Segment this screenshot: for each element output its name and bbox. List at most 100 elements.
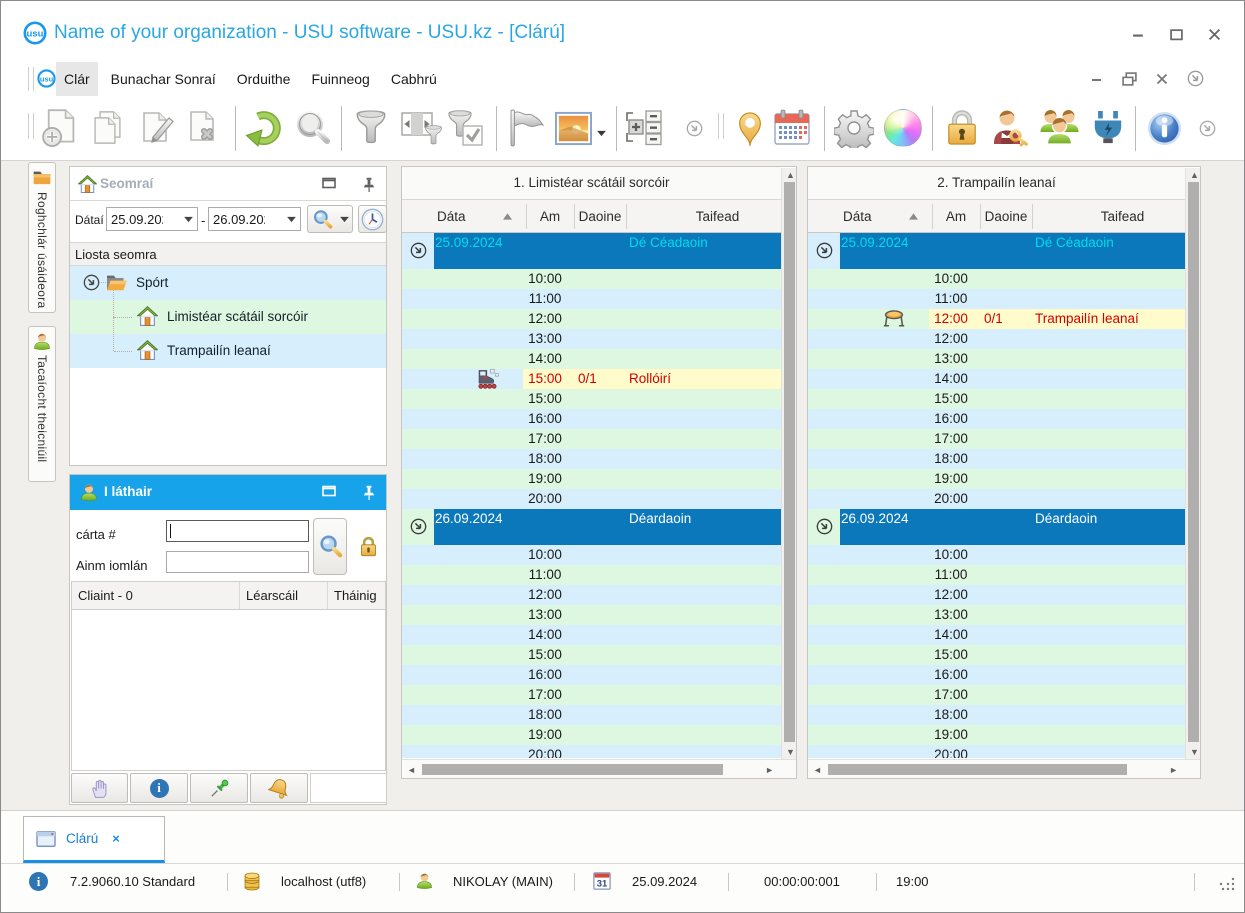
time-slot-row[interactable]: 16:00 (402, 665, 781, 685)
present-lock-icon[interactable] (358, 535, 379, 563)
time-slot-row[interactable]: 12:00 (402, 585, 781, 605)
menu-item-cabhru[interactable]: Cabhrú (383, 62, 445, 96)
window-minimize-button[interactable] (1129, 25, 1147, 43)
scroll-down-arrow[interactable]: ▼ (1190, 747, 1199, 757)
time-slot-row[interactable]: 17:00 (402, 685, 781, 705)
date-to-combo[interactable]: 26.09.2024 (208, 207, 301, 231)
time-slot-row[interactable]: 20:00 (402, 489, 781, 509)
full-name-input[interactable] (166, 551, 309, 573)
edit-record-button[interactable] (138, 108, 178, 148)
column-header-daoine[interactable]: Daoine (574, 200, 626, 232)
time-slot-row[interactable]: 19:00 (808, 725, 1185, 745)
scroll-right-arrow[interactable]: ► (1169, 765, 1178, 775)
menubar-grip[interactable] (28, 67, 34, 91)
date-group-row[interactable]: 25.09.2024 Dé Céadaoin (808, 233, 1185, 269)
time-slot-row[interactable]: 15:00 (808, 645, 1185, 665)
group-expand-icon[interactable] (816, 242, 833, 259)
time-slot-row[interactable]: 20:00 (402, 745, 781, 758)
document-tab-close[interactable]: × (112, 831, 120, 846)
time-slot-row[interactable]: 10:00 (808, 269, 1185, 289)
scroll-up-arrow[interactable]: ▲ (1190, 170, 1199, 180)
time-slot-row[interactable]: 14:00 (402, 349, 781, 369)
time-slot-row[interactable]: 12:00 (402, 309, 781, 329)
rollup-button[interactable] (1187, 70, 1204, 87)
rooms-clock-button[interactable] (358, 205, 387, 233)
time-slot-row[interactable]: 15:00 (808, 389, 1185, 409)
present-grid-body[interactable] (71, 610, 386, 771)
scroll-down-arrow[interactable]: ▼ (786, 747, 795, 757)
time-slot-row[interactable]: 16:00 (402, 409, 781, 429)
collapse-icon[interactable] (83, 274, 100, 291)
time-slot-row[interactable]: 19:00 (402, 469, 781, 489)
child-restore-button[interactable] (1122, 72, 1137, 86)
users-group-button[interactable] (1037, 108, 1081, 148)
time-slot-row[interactable]: 14:00 (402, 625, 781, 645)
tree-row-trampailin[interactable]: Trampailín leanaí (70, 317, 386, 368)
sidebar-tab-tech-support[interactable]: Tacaíocht theicniúil (28, 326, 56, 482)
menu-item-bunachar-sonrai[interactable]: Bunachar Sonraí (103, 62, 224, 96)
time-slot-row[interactable]: 20:00 (808, 745, 1185, 758)
toolbar-overflow-icon[interactable] (1198, 119, 1216, 137)
status-info-icon[interactable]: i (29, 872, 48, 891)
time-slot-row[interactable]: 10:00 (402, 545, 781, 565)
pushpin-button[interactable] (190, 773, 248, 803)
time-slot-row[interactable]: 18:00 (808, 449, 1185, 469)
card-number-input[interactable] (166, 520, 309, 542)
time-slot-row[interactable]: 16:00 (808, 665, 1185, 685)
time-slot-row[interactable]: 15:00 (402, 389, 781, 409)
sidebar-tab-user-menu[interactable]: Roghchlár úsáideora (28, 162, 56, 313)
scroll-left-arrow[interactable]: ◄ (407, 765, 416, 775)
scroll-up-arrow[interactable]: ▲ (786, 170, 795, 180)
time-slot-row[interactable]: 17:00 (808, 429, 1185, 449)
time-slot-row[interactable]: 12:00 (808, 329, 1185, 349)
time-slot-row[interactable]: 12:00 (808, 585, 1185, 605)
time-slot-row[interactable]: 17:00 (402, 429, 781, 449)
copy-record-button[interactable] (88, 108, 128, 148)
info-button[interactable] (1144, 108, 1184, 148)
plug-button[interactable] (1088, 108, 1128, 148)
scroll-right-arrow[interactable]: ► (765, 765, 774, 775)
scrollbar-thumb[interactable] (1188, 182, 1199, 742)
footer-cell[interactable] (310, 773, 387, 803)
delete-record-button[interactable] (185, 108, 225, 148)
filter-check-button[interactable] (446, 108, 486, 148)
time-slot-row[interactable]: 11:00 (402, 565, 781, 585)
map-pin-button[interactable] (730, 108, 770, 148)
filter-button[interactable] (351, 108, 391, 148)
date-group-row[interactable]: 26.09.2024 Déardaoin (402, 509, 781, 545)
group-expand-icon[interactable] (410, 518, 427, 535)
time-slot-row[interactable]: 19:00 (402, 725, 781, 745)
menu-item-fuinneog[interactable]: Fuinneog (303, 62, 377, 96)
column-header-thainig[interactable]: Tháinig (328, 582, 385, 609)
rooms-search-button[interactable] (307, 205, 337, 233)
vertical-scrollbar[interactable]: ▲ ▼ (781, 168, 796, 759)
window-close-button[interactable] (1205, 25, 1223, 43)
panel-pin-icon[interactable] (362, 485, 376, 501)
search-button[interactable] (293, 108, 333, 148)
time-slot-row[interactable]: 15:00 (402, 645, 781, 665)
time-slot-row[interactable]: 18:00 (402, 705, 781, 725)
time-slot-row[interactable]: 18:00 (402, 449, 781, 469)
column-header-data[interactable]: Dáta (434, 200, 504, 232)
child-minimize-button[interactable] (1091, 73, 1103, 85)
flag-button[interactable] (505, 108, 545, 148)
tree-panels-button[interactable] (623, 108, 663, 148)
horizontal-scrollbar[interactable]: ◄ ► (808, 759, 1200, 778)
time-slot-row[interactable]: 16:00 (808, 409, 1185, 429)
group-expand-icon[interactable] (816, 518, 833, 535)
menu-usu-icon[interactable] (37, 69, 56, 88)
chevron-down-icon[interactable] (180, 216, 197, 223)
column-header-am[interactable]: Am (526, 200, 574, 232)
child-close-button[interactable] (1156, 73, 1168, 85)
time-slot-row[interactable]: 13:00 (402, 329, 781, 349)
rooms-search-dropdown[interactable] (336, 205, 353, 233)
time-slot-row[interactable]: 19:00 (808, 469, 1185, 489)
time-slot-row[interactable]: 13:00 (402, 605, 781, 625)
scroll-left-arrow[interactable]: ◄ (813, 765, 822, 775)
time-slot-row[interactable]: 10:00 (402, 269, 781, 289)
time-slot-row[interactable]: 11:00 (402, 289, 781, 309)
time-slot-row[interactable]: 11:00 (808, 289, 1185, 309)
scrollbar-thumb[interactable] (784, 182, 795, 742)
present-search-button[interactable] (313, 518, 347, 575)
picture-button[interactable] (554, 108, 592, 148)
